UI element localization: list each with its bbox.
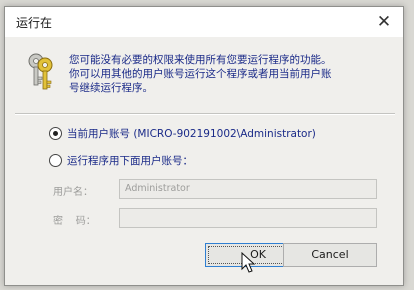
username-field[interactable]: Administrator xyxy=(119,179,377,199)
run-as-dialog: 运行在 ✕ 您可能没有必要的权限来使用所有您要运行程序的功能。 你可以用其他的用… xyxy=(4,6,404,286)
message-line: 您可能没有必要的权限来使用所有您要运行程序的功能。 xyxy=(69,54,332,66)
current-user-radio[interactable] xyxy=(49,126,62,140)
username-label: 用户名： xyxy=(53,187,93,198)
password-label: 密 码： xyxy=(53,216,96,227)
cancel-button[interactable]: Cancel xyxy=(283,243,377,267)
message-line: 号继续运行程序。 xyxy=(69,82,153,94)
current-user-option[interactable]: 当前用户账号 (MICRO-902191002\Administrator) xyxy=(49,125,316,141)
cancel-button-label: Cancel xyxy=(311,248,349,261)
keys-icon xyxy=(28,53,53,90)
other-user-option[interactable]: 运行程序用下面用户账号： xyxy=(49,152,193,168)
password-field[interactable] xyxy=(119,208,377,228)
permission-message: 您可能没有必要的权限来使用所有您要运行程序的功能。 你可以用其他的用户账号运行这… xyxy=(69,53,389,95)
message-line: 你可以用其他的用户账号运行这个程序或者用当前用户账 xyxy=(69,68,332,80)
close-button[interactable]: ✕ xyxy=(369,9,399,35)
dialog-title: 运行在 xyxy=(16,16,53,30)
other-user-label: 运行程序用下面用户账号： xyxy=(67,154,193,167)
mouse-pointer-icon xyxy=(241,252,256,273)
close-icon: ✕ xyxy=(376,12,392,32)
title-bar: 运行在 ✕ xyxy=(5,7,403,37)
current-user-label: 当前用户账号 (MICRO-902191002\Administrator) xyxy=(67,127,316,140)
divider xyxy=(15,113,395,115)
other-user-radio[interactable] xyxy=(49,153,62,167)
